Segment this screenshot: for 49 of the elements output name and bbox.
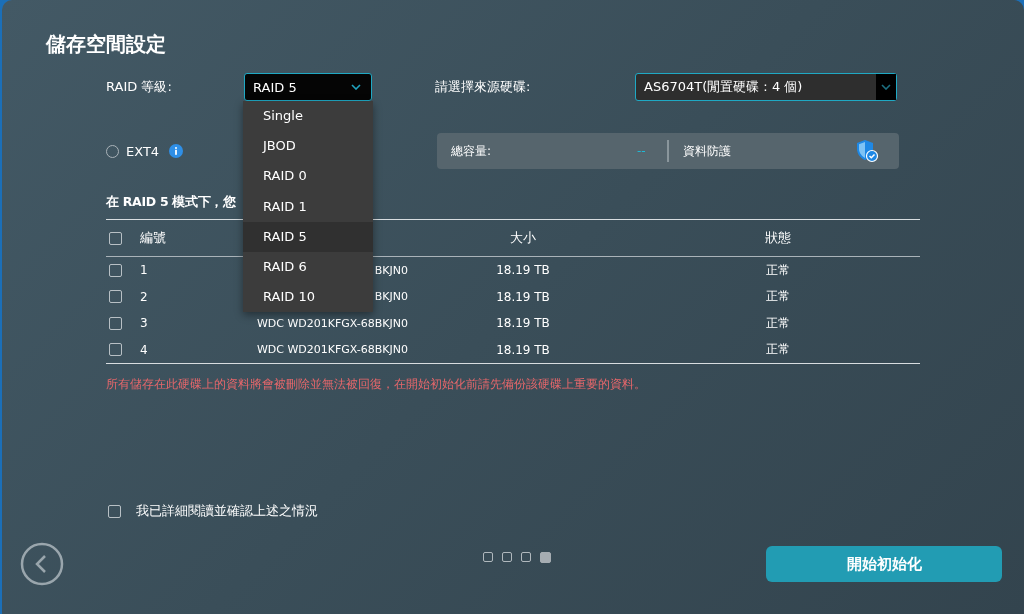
dropdown-option[interactable]: JBOD [243, 131, 373, 162]
protection-label: 資料防護 [683, 142, 732, 160]
capacity-value: -- [637, 144, 647, 158]
table-cell-text: 1 [140, 263, 149, 278]
column-header: 大小 [510, 229, 536, 247]
table-cell: 正常 [766, 341, 790, 359]
back-icon[interactable] [20, 542, 64, 586]
source-disk-select[interactable]: AS6704T(閒置硬碟 : 4 個) [635, 73, 897, 101]
table-cell: 正常 [766, 314, 790, 332]
table-cell: 18.19 TB [496, 263, 550, 278]
table-cell-text: 4 [140, 342, 149, 357]
warning-text: 所有儲存在此硬碟上的資料將會被刪除並無法被回復，在開始初始化前請先備份該硬碟上重要的資料。 [106, 377, 647, 392]
dropdown-option[interactable]: RAID 10 [243, 282, 373, 313]
confirm-label: 我已詳細閱讀並確認上述之情況 [136, 503, 318, 520]
table-cell: 18.19 TB [496, 289, 550, 304]
capacity-label: 總容量: [451, 142, 493, 160]
table-cell-text: 2 [140, 289, 149, 304]
section-heading: 在 RAID 5 模式下，您 [106, 193, 236, 211]
chevron-down-icon [351, 84, 361, 90]
table-cell: BKJN0 [374, 263, 408, 277]
raid-level-label: RAID 等級: [106, 78, 173, 96]
dropdown-option[interactable]: Single [243, 101, 373, 132]
table-cell-text: 3 [140, 316, 149, 331]
table-cell: 正常 [766, 261, 790, 279]
table-cell: WDC WD201KFGX-68BKJN0 [256, 343, 408, 357]
shield-check-icon [855, 139, 879, 163]
dropdown-option[interactable]: RAID 6 [243, 251, 373, 283]
dialog-title: 儲存空間設定 [46, 31, 167, 58]
row-checkbox[interactable] [109, 290, 122, 304]
row-checkbox[interactable] [109, 263, 122, 277]
source-disk-label: 請選擇來源硬碟: [435, 78, 532, 96]
table-cell: 18.19 TB [496, 342, 550, 357]
raid-level-select[interactable]: RAID 5 [244, 73, 372, 101]
column-header: 編號 [140, 229, 167, 247]
select-all-checkbox[interactable] [109, 231, 122, 245]
chevron-down-icon [876, 74, 896, 100]
table-cell: WDC WD201KFGX-68BKJN0 [256, 316, 408, 330]
dropdown-option[interactable]: RAID 0 [243, 161, 373, 192]
dropdown-option[interactable]: RAID 5 [243, 221, 373, 252]
info-icon[interactable] [169, 144, 184, 158]
radio-label: EXT4 [126, 143, 160, 159]
table-cell: 正常 [766, 288, 790, 306]
dropdown-option[interactable]: RAID 1 [243, 191, 373, 222]
confirm-checkbox[interactable] [108, 505, 121, 518]
table-cell: 18.19 TB [496, 316, 550, 331]
table-cell: BKJN0 [374, 290, 408, 304]
column-header: 狀態 [765, 229, 791, 247]
row-checkbox[interactable] [109, 343, 122, 357]
row-checkbox[interactable] [109, 316, 122, 330]
